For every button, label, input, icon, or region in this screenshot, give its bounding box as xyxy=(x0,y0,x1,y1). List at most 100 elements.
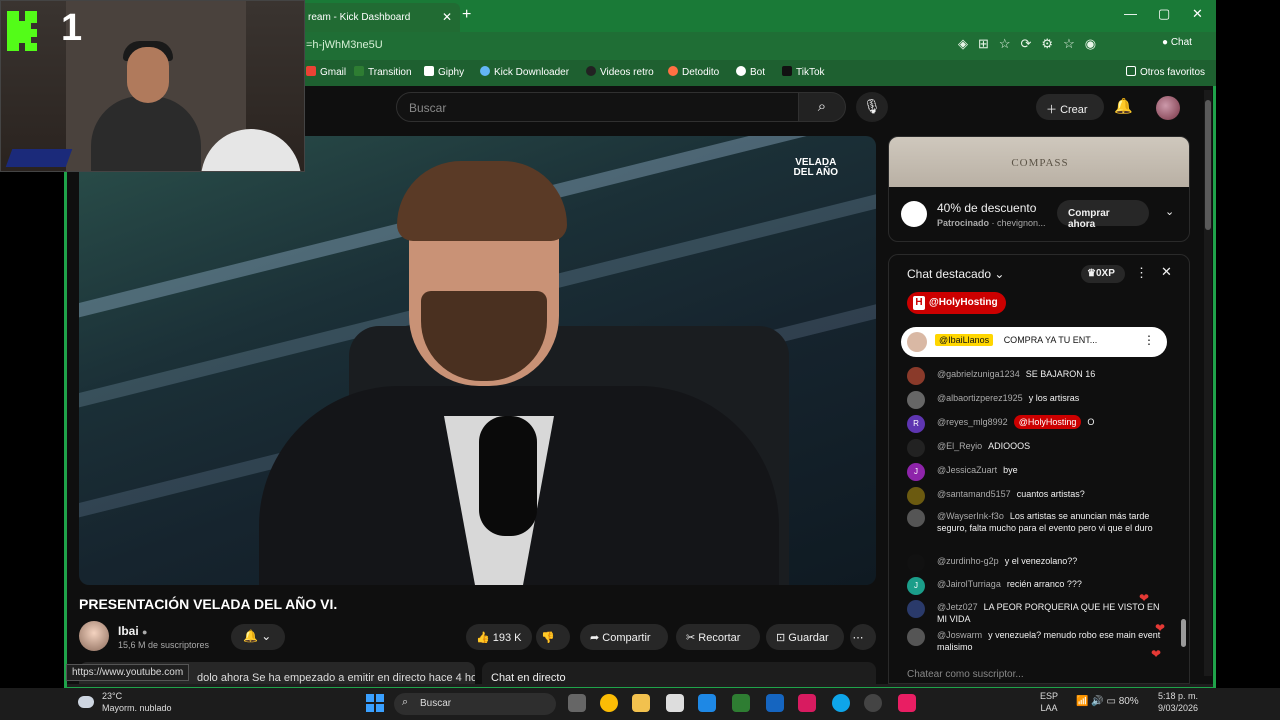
chat-username[interactable]: @El_Reyio xyxy=(937,441,982,451)
search-icon[interactable]: ⌕ xyxy=(798,92,846,122)
chat-menu-icon[interactable]: ⋮ xyxy=(1135,265,1148,281)
chat-username[interactable]: @reyes_mlg8992 xyxy=(937,417,1008,427)
mail-icon[interactable] xyxy=(766,694,784,712)
notifications-bell-icon[interactable]: 🔔 xyxy=(1114,97,1133,115)
new-tab-icon[interactable]: + xyxy=(462,6,471,24)
ad-brand-logo xyxy=(901,201,927,227)
app-icon[interactable] xyxy=(698,694,716,712)
bookmark-giphy[interactable]: Giphy xyxy=(424,66,464,78)
close-window-icon[interactable]: ✕ xyxy=(1192,6,1203,22)
chat-text: cuantos artistas? xyxy=(1016,489,1085,499)
pinned-message[interactable]: @IbaiLlanos COMPRA YA TU ENT... ⋮ xyxy=(901,327,1167,357)
live-chat-panel: Chat destacado ⌄ ♛0XP ⋮ ✕ H @HolyHosting … xyxy=(888,254,1190,684)
chat-username[interactable]: @JessicaZuart xyxy=(937,465,997,475)
chevron-down-icon[interactable]: ⌄ xyxy=(1165,205,1174,218)
tab-title: ream - Kick Dashboard xyxy=(308,12,411,23)
edge-icon[interactable] xyxy=(832,694,850,712)
chat-username[interactable]: @gabrielzuniga1234 xyxy=(937,369,1020,379)
system-tray-icons[interactable]: 📶 🔊 ▭ 80% xyxy=(1076,696,1139,708)
music-icon[interactable] xyxy=(898,694,916,712)
chat-message[interactable]: J @JairolTurriaga recién arranco ??? xyxy=(907,577,1167,595)
xbox-icon[interactable] xyxy=(732,694,750,712)
start-button[interactable] xyxy=(366,694,384,712)
sponsored-ad[interactable]: COMPASS 40% de descuento Patrocinado · c… xyxy=(888,136,1190,242)
bookmark-detodito[interactable]: Detodito xyxy=(668,66,719,78)
bookmark-tiktok[interactable]: TikTok xyxy=(782,66,825,78)
subscription-bell-button[interactable]: 🔔 ⌄ xyxy=(231,624,285,650)
address-input[interactable]: =h-jWhM3ne5U xyxy=(300,37,950,55)
bookmark-bot[interactable]: Bot xyxy=(736,66,765,78)
channel-name[interactable]: Ibai ● xyxy=(118,624,147,638)
chat-message[interactable]: @Jetz027 LA PEOR PORQUERIA QUE HE VISTO E… xyxy=(907,600,1167,625)
chat-scrollbar[interactable] xyxy=(1181,619,1186,647)
chat-avatar xyxy=(907,367,925,385)
chat-avatar xyxy=(907,509,925,527)
bookmark-transition[interactable]: Transition xyxy=(354,66,412,78)
chat-message[interactable]: @WayserInk-f3o Los artistas se anuncian m… xyxy=(907,509,1167,534)
bookmark-kick-downloader[interactable]: Kick Downloader xyxy=(480,66,569,78)
chat-username[interactable]: @santamand5157 xyxy=(937,489,1011,499)
clock[interactable]: 5:18 p. m. 9/03/2026 xyxy=(1158,690,1198,714)
xp-badge[interactable]: ♛0XP xyxy=(1081,265,1125,283)
close-chat-icon[interactable]: ✕ xyxy=(1161,264,1172,280)
chat-username[interactable]: @albaortizperez1925 xyxy=(937,393,1023,403)
promo-tag[interactable]: H @HolyHosting xyxy=(907,292,1006,314)
chat-message[interactable]: @santamand5157 cuantos artistas? xyxy=(907,487,1167,505)
chat-message[interactable]: R @reyes_mlg8992 @HolyHosting O xyxy=(907,415,1167,433)
pinned-menu-icon[interactable]: ⋮ xyxy=(1143,333,1155,347)
share-button[interactable]: ➦ Compartir xyxy=(580,624,668,650)
chat-message[interactable]: @El_Reyio ADIOOOS xyxy=(907,439,1167,457)
chat-message[interactable]: @gabrielzuniga1234 SE BAJARON 16 xyxy=(907,367,1167,385)
chat-username[interactable]: @JairolTurriaga xyxy=(937,579,1001,589)
taskbar-search[interactable]: ⌕ Buscar xyxy=(394,693,556,715)
chat-username[interactable]: @Joswarm xyxy=(937,630,982,640)
chat-text: y los artisras xyxy=(1028,393,1080,403)
live-chat-label[interactable]: Chat en directo xyxy=(482,662,876,684)
chat-mention[interactable]: @HolyHosting xyxy=(1013,415,1082,429)
save-button[interactable]: ⊡ Guardar xyxy=(766,624,844,650)
page-scroll-thumb[interactable] xyxy=(1205,100,1211,230)
minimize-icon[interactable]: — xyxy=(1124,6,1137,21)
weather-widget[interactable]: 23°C Mayorm. nublado xyxy=(78,690,172,714)
copilot-chat-button[interactable]: ● Chat xyxy=(1162,37,1192,48)
chat-mode-dropdown[interactable]: Chat destacado ⌄ xyxy=(907,267,1004,281)
maximize-icon[interactable]: ▢ xyxy=(1158,6,1170,22)
task-view-icon[interactable] xyxy=(568,694,586,712)
chat-avatar xyxy=(907,628,925,646)
chat-message[interactable]: @Joswarm y venezuela? menudo robo ese mai… xyxy=(907,628,1167,653)
chat-username[interactable]: @WayserInk-f3o xyxy=(937,511,1004,521)
file-explorer-icon[interactable] xyxy=(632,694,650,712)
ad-cta-button[interactable]: Comprar ahora xyxy=(1057,200,1149,230)
tiktok-icon[interactable] xyxy=(798,694,816,712)
chat-username[interactable]: @Jetz027 xyxy=(937,602,978,612)
chat-message[interactable]: @albaortizperez1925 y los artisras xyxy=(907,391,1167,409)
toolbar-icons[interactable]: ◈⊞☆⟳⚙☆◉ xyxy=(958,36,1106,52)
close-tab-icon[interactable]: ✕ xyxy=(442,10,452,24)
chat-input[interactable]: Chatear como suscriptor... xyxy=(907,669,1087,680)
user-avatar[interactable] xyxy=(1156,96,1180,120)
channel-avatar[interactable] xyxy=(79,621,109,651)
microphone-icon[interactable]: 🎙 xyxy=(856,92,888,122)
browser-tab[interactable]: ream - Kick Dashboard ✕ xyxy=(300,3,460,32)
chat-message[interactable]: @zurdinho-g2p y el venezolano?? xyxy=(907,554,1167,572)
status-url-tooltip: https://www.youtube.com xyxy=(66,664,190,681)
bookmark-videos-retro[interactable]: Videos retro xyxy=(586,66,654,78)
bookmark-gmail[interactable]: Gmail xyxy=(306,66,346,78)
dislike-button[interactable]: 👎 xyxy=(536,624,570,650)
chat-message[interactable]: J @JessicaZuart bye xyxy=(907,463,1167,481)
clip-button[interactable]: ✂ Recortar xyxy=(676,624,760,650)
video-player[interactable]: VELADA DEL AÑO xyxy=(79,136,876,585)
like-button[interactable]: 👍 193 K xyxy=(466,624,532,650)
language-indicator[interactable]: ESP LAA xyxy=(1040,690,1058,714)
verified-icon: ● xyxy=(142,627,148,637)
create-button[interactable]: ＋ Crear xyxy=(1036,94,1104,120)
more-actions-icon[interactable]: ⋯ xyxy=(850,624,876,650)
chat-text: O xyxy=(1087,417,1095,427)
store-icon[interactable] xyxy=(666,694,684,712)
chat-username[interactable]: @zurdinho-g2p xyxy=(937,556,999,566)
search-input[interactable]: Buscar xyxy=(396,92,799,122)
app-icon[interactable] xyxy=(864,694,882,712)
other-favorites-folder[interactable]: Otros favoritos xyxy=(1126,66,1205,78)
chrome-icon[interactable] xyxy=(600,694,618,712)
chat-text: SE BAJARON 16 xyxy=(1025,369,1096,379)
